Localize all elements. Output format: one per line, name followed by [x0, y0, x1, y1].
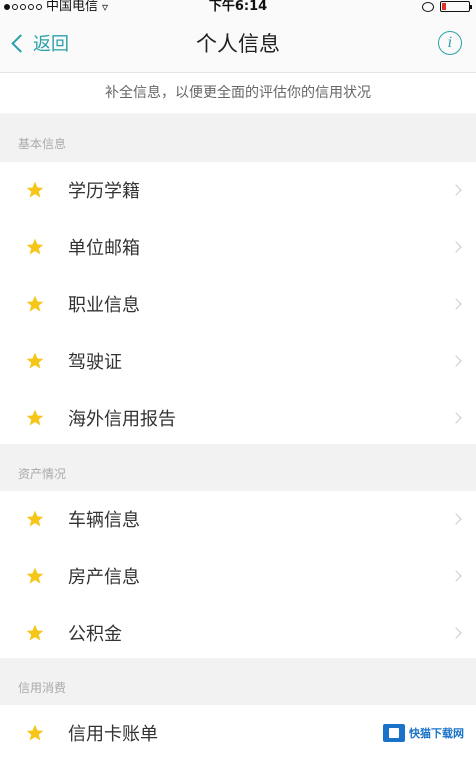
list-item-occupation[interactable]: 职业信息	[0, 276, 476, 334]
chevron-right-icon	[450, 241, 462, 253]
list-item-label: 职业信息	[68, 295, 140, 316]
star-icon	[26, 624, 44, 641]
list-item-label: 驾驶证	[68, 352, 122, 373]
chevron-right-icon	[450, 184, 462, 196]
list-item-label: 房产信息	[68, 567, 140, 588]
list-item-label: 车辆信息	[68, 510, 140, 531]
list-item-vehicle[interactable]: 车辆信息	[0, 491, 476, 549]
star-icon	[26, 238, 44, 255]
list-item-label: 信用卡账单	[68, 724, 158, 745]
list-item-education[interactable]: 学历学籍	[0, 162, 476, 220]
nav-bar: 返回 个人信息 i	[0, 14, 476, 73]
star-icon	[26, 295, 44, 312]
section-header-label: 资产情况	[18, 467, 67, 481]
chevron-right-icon	[450, 513, 462, 525]
section-header-assets: 资产情况	[0, 444, 476, 492]
section-header-label: 信用消费	[18, 681, 67, 695]
watermark-text: 快猫下载网	[409, 727, 464, 740]
chevron-right-icon	[450, 627, 462, 639]
star-icon	[26, 409, 44, 426]
watermark-logo	[383, 724, 405, 742]
battery-icon	[440, 1, 472, 12]
status-bar: 中国电信 ▿ 下午6:14	[0, 0, 476, 14]
info-icon[interactable]: i	[438, 31, 462, 55]
status-time: 下午6:14	[208, 0, 268, 14]
rotation-lock-icon	[422, 1, 434, 12]
section-header-label: 基本信息	[18, 137, 67, 151]
page-title: 个人信息	[196, 32, 280, 56]
list-item-overseas-credit[interactable]: 海外信用报告	[0, 390, 476, 448]
star-icon	[26, 352, 44, 369]
list-item-property[interactable]: 房产信息	[0, 548, 476, 606]
star-icon	[26, 724, 44, 741]
list-item-housing-fund[interactable]: 公积金	[0, 605, 476, 663]
list-item-label: 公积金	[68, 624, 122, 645]
chevron-right-icon	[450, 355, 462, 367]
star-icon	[26, 567, 44, 584]
section-header-basic: 基本信息	[0, 114, 476, 162]
list-item-label: 单位邮箱	[68, 238, 140, 259]
chevron-right-icon	[450, 570, 462, 582]
list-item-label: 学历学籍	[68, 181, 140, 202]
list-item-driver-license[interactable]: 驾驶证	[0, 333, 476, 391]
star-icon	[26, 510, 44, 527]
notice-text: 补全信息，以便更全面的评估你的信用状况	[0, 73, 476, 113]
status-right	[422, 1, 472, 12]
chevron-right-icon	[450, 412, 462, 424]
chevron-right-icon	[450, 298, 462, 310]
list-item-work-email[interactable]: 单位邮箱	[0, 219, 476, 277]
watermark: 快猫下载网	[379, 722, 468, 744]
section-header-credit: 信用消费	[0, 658, 476, 706]
list-item-label: 海外信用报告	[68, 409, 176, 430]
star-icon	[26, 181, 44, 198]
